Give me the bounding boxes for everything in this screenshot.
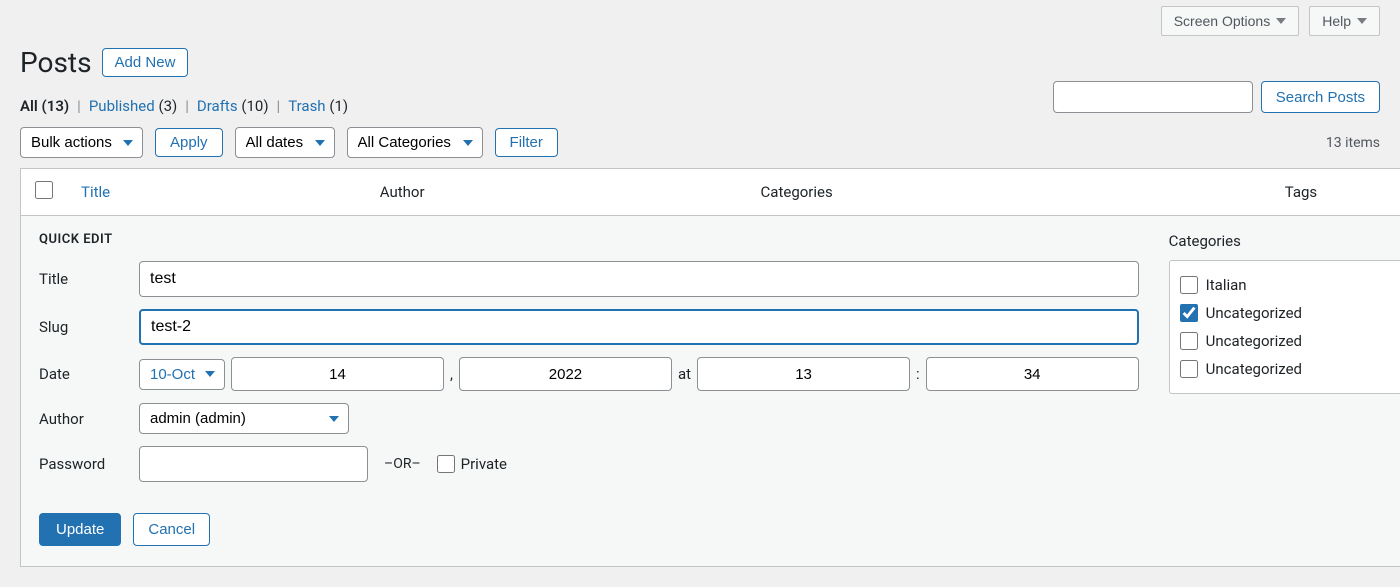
help-label: Help xyxy=(1322,13,1351,29)
col-title[interactable]: Title xyxy=(67,169,366,216)
dates-filter-select[interactable]: All dates xyxy=(235,127,335,158)
cancel-button[interactable]: Cancel xyxy=(133,513,210,546)
add-new-button[interactable]: Add New xyxy=(102,48,189,77)
page-title: Posts xyxy=(20,46,92,79)
categories-filter-select[interactable]: All Categories xyxy=(347,127,483,158)
search-posts-button[interactable]: Search Posts xyxy=(1261,81,1380,113)
col-author: Author xyxy=(366,169,747,216)
help-button[interactable]: Help xyxy=(1309,6,1380,36)
label-author: Author xyxy=(39,410,129,428)
col-tags: Tags xyxy=(1271,169,1400,216)
category-label: Italian xyxy=(1206,276,1247,294)
category-checkbox[interactable] xyxy=(1180,360,1198,378)
col-categories: Categories xyxy=(747,169,1271,216)
label-categories: Categories xyxy=(1169,232,1400,250)
categories-box: Italian Uncategorized Uncategorized Uncateg… xyxy=(1169,260,1400,394)
title-input[interactable] xyxy=(139,261,1139,297)
search-input[interactable] xyxy=(1053,81,1253,113)
label-slug: Slug xyxy=(39,318,129,336)
label-title: Title xyxy=(39,270,129,288)
slug-input[interactable] xyxy=(139,309,1139,345)
screen-options-label: Screen Options xyxy=(1174,13,1271,29)
category-item[interactable]: Uncategorized xyxy=(1180,327,1398,355)
screen-options-button[interactable]: Screen Options xyxy=(1161,6,1300,36)
label-private: Private xyxy=(461,455,507,473)
apply-button[interactable]: Apply xyxy=(155,128,223,157)
quick-edit-heading: QUICK EDIT xyxy=(39,232,1139,247)
password-input[interactable] xyxy=(139,446,368,482)
category-checkbox[interactable] xyxy=(1180,276,1198,294)
category-label: Uncategorized xyxy=(1206,332,1302,350)
caret-down-icon xyxy=(1357,18,1367,24)
private-checkbox[interactable] xyxy=(437,455,455,473)
month-select[interactable]: 10-Oct xyxy=(139,359,225,390)
filter-button[interactable]: Filter xyxy=(495,128,558,157)
category-label: Uncategorized xyxy=(1206,304,1302,322)
category-item[interactable]: Uncategorized xyxy=(1180,355,1398,383)
year-input[interactable] xyxy=(459,357,672,391)
author-select[interactable]: admin (admin) xyxy=(139,403,349,434)
category-checkbox[interactable] xyxy=(1180,304,1198,322)
filter-drafts[interactable]: Drafts (10) xyxy=(197,97,269,115)
quick-edit-row: QUICK EDIT Title Slug Date xyxy=(21,216,1400,567)
filter-published[interactable]: Published (3) xyxy=(89,97,177,115)
category-item[interactable]: Uncategorized xyxy=(1180,299,1398,327)
category-checkbox[interactable] xyxy=(1180,332,1198,350)
hour-input[interactable] xyxy=(697,357,910,391)
label-at: at xyxy=(678,365,691,383)
filter-all[interactable]: All (13) xyxy=(20,97,69,115)
items-count: 13 items xyxy=(1326,135,1380,151)
day-input[interactable] xyxy=(231,357,444,391)
category-label: Uncategorized xyxy=(1206,360,1302,378)
minute-input[interactable] xyxy=(926,357,1139,391)
label-password: Password xyxy=(39,455,129,473)
category-item[interactable]: Italian xyxy=(1180,271,1398,299)
label-date: Date xyxy=(39,365,129,383)
filter-trash[interactable]: Trash (1) xyxy=(288,97,348,115)
update-button[interactable]: Update xyxy=(39,513,121,546)
caret-down-icon xyxy=(1276,18,1286,24)
label-or: –OR– xyxy=(384,456,421,472)
bulk-actions-select[interactable]: Bulk actions xyxy=(20,127,143,158)
select-all-checkbox[interactable] xyxy=(35,181,53,199)
